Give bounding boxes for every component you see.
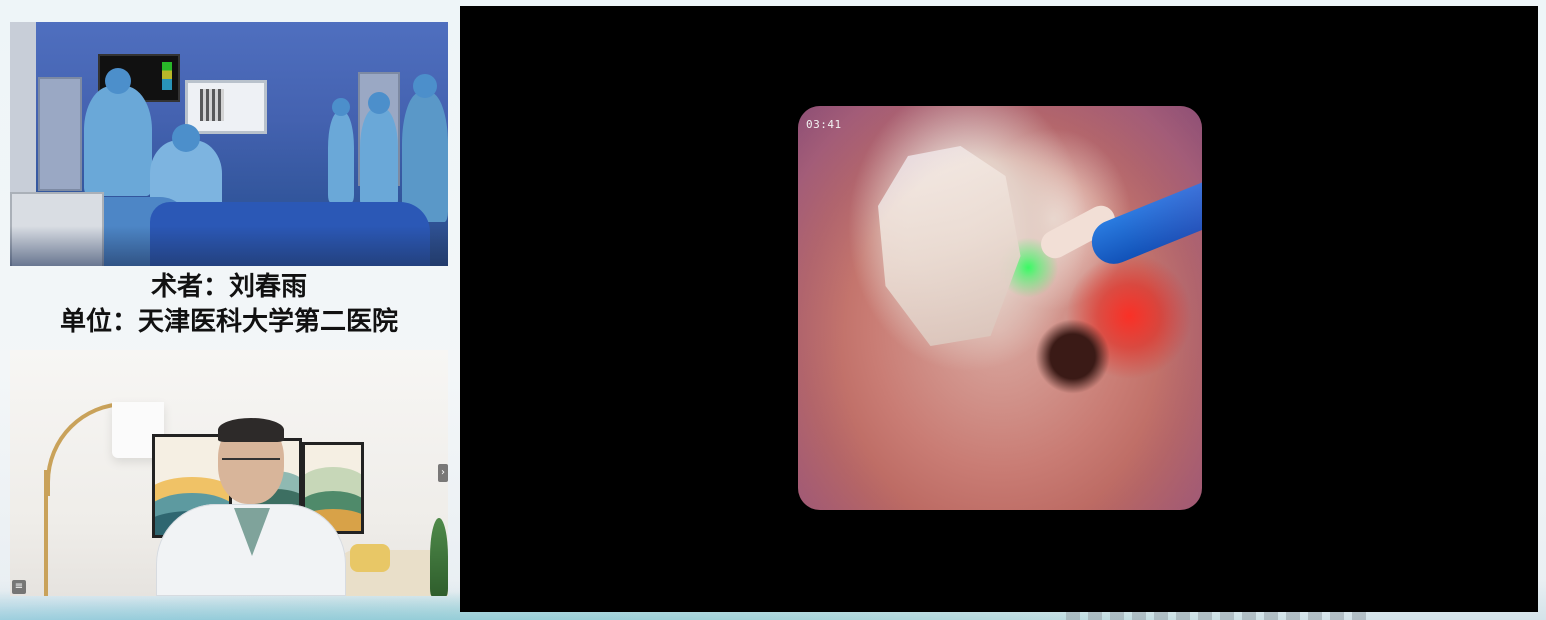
speaker-video[interactable]: ≡ ›: [10, 350, 448, 596]
staff-member: [360, 92, 398, 208]
surgeon-name-line: 术者：刘春雨: [150, 272, 307, 302]
staff-member: [328, 98, 354, 202]
endoscope-timestamp: 03:41: [806, 118, 842, 131]
hospital-unit-line: 单位：天津医科大学第二医院: [59, 307, 398, 337]
operating-room-video[interactable]: [10, 22, 448, 266]
surgeon-caption: 术者：刘春雨 单位：天津医科大学第二医院: [10, 270, 448, 340]
potted-plant: [430, 518, 448, 596]
main-video-stage[interactable]: 03:41: [460, 6, 1538, 612]
chevron-right-icon[interactable]: ›: [438, 464, 448, 482]
endoscope-vignette: [798, 106, 1202, 510]
staff-member: [84, 68, 152, 196]
imaging-screen: [185, 80, 267, 134]
or-floor: [10, 226, 448, 266]
left-panel: 术者：刘春雨 单位：天津医科大学第二医院 ≡ ›: [10, 20, 448, 600]
or-cabinet: [38, 77, 82, 191]
list-icon[interactable]: ≡: [12, 580, 26, 594]
endoscope-view: 03:41: [798, 106, 1202, 510]
speaker-doctor: [156, 418, 346, 596]
